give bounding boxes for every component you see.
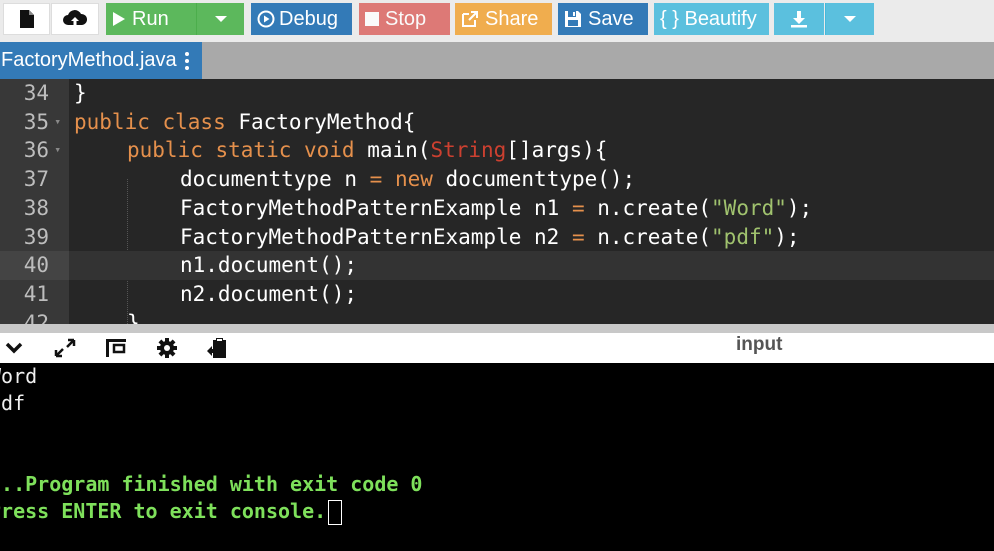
toolbar: Run Debug Stop Share Save { } Beautify bbox=[0, 0, 994, 42]
code-line: 37 documenttype n = new documenttype(); bbox=[0, 165, 994, 194]
io-toolbar: input bbox=[0, 333, 994, 364]
code-line: 35 ▾ public class FactoryMethod{ bbox=[0, 108, 994, 137]
code-text: documenttype n = new documenttype(); bbox=[180, 167, 636, 192]
line-number: 41 bbox=[23, 281, 49, 306]
input-label[interactable]: input bbox=[736, 334, 782, 356]
stop-button[interactable]: Stop bbox=[359, 3, 450, 35]
file-tab-bar: FactoryMethod.java bbox=[0, 42, 994, 79]
caret-down-icon bbox=[844, 15, 856, 23]
tab-menu-icon[interactable] bbox=[184, 51, 189, 70]
caret-down-icon bbox=[214, 15, 227, 23]
new-file-button[interactable] bbox=[3, 3, 50, 35]
code-editor[interactable]: 34 } 35 ▾ public class FactoryMethod{ 36 ▾… bbox=[0, 79, 994, 324]
debug-label: Debug bbox=[279, 7, 338, 30]
code-line-active: 40 n1.document(); bbox=[0, 251, 994, 280]
code-line: 38 FactoryMethodPatternExample n1 = n.cr… bbox=[0, 194, 994, 223]
expand-icon[interactable] bbox=[53, 337, 77, 359]
tab-factorymethod-java[interactable]: FactoryMethod.java bbox=[0, 42, 202, 79]
beautify-button[interactable]: { } Beautify bbox=[654, 3, 769, 35]
code-line: 36 ▾ public static void main(String[]args… bbox=[0, 136, 994, 165]
save-button[interactable]: Save bbox=[558, 3, 648, 35]
debug-button[interactable]: Debug bbox=[251, 3, 352, 35]
fold-icon: ▾ bbox=[54, 114, 61, 128]
cloud-upload-icon bbox=[62, 9, 88, 29]
debug-icon bbox=[257, 10, 275, 28]
console-line: pdf bbox=[0, 391, 26, 415]
beautify-label: { } Beautify bbox=[660, 7, 757, 30]
line-number: 39 bbox=[23, 224, 49, 249]
line-number: 34 bbox=[23, 81, 49, 105]
run-button[interactable]: Run bbox=[106, 3, 196, 35]
gear-icon[interactable] bbox=[155, 337, 179, 359]
download-button[interactable] bbox=[774, 3, 824, 35]
stop-icon bbox=[365, 12, 379, 26]
console-line: Word bbox=[0, 364, 38, 388]
code-text: public static void main(String[]args){ bbox=[127, 138, 608, 163]
chevron-down-icon[interactable] bbox=[2, 337, 26, 359]
floppy-icon bbox=[564, 10, 582, 28]
line-number: 40 bbox=[0, 251, 69, 280]
console-exit-message: ...Program finished with exit code 0 bbox=[0, 472, 423, 496]
line-number: 37 bbox=[23, 167, 49, 192]
code-line: 34 } bbox=[0, 79, 994, 108]
share-button[interactable]: Share bbox=[455, 3, 552, 35]
play-icon bbox=[112, 11, 126, 27]
download-options-button[interactable] bbox=[825, 3, 874, 35]
share-icon bbox=[461, 10, 479, 28]
stop-label: Stop bbox=[385, 7, 427, 30]
line-number: 36 ▾ bbox=[0, 136, 69, 165]
line-number: 38 bbox=[23, 195, 49, 220]
save-label: Save bbox=[588, 7, 634, 30]
share-label: Share bbox=[485, 7, 539, 30]
upload-button[interactable] bbox=[51, 3, 99, 35]
code-text: n1.document(); bbox=[180, 253, 358, 278]
layout-icon[interactable] bbox=[104, 337, 128, 359]
code-text: n2.document(); bbox=[180, 281, 358, 306]
tab-filename: FactoryMethod.java bbox=[1, 49, 177, 71]
panel-splitter[interactable] bbox=[0, 324, 994, 333]
code-text: } bbox=[74, 81, 87, 105]
code-text: public class FactoryMethod{ bbox=[74, 109, 416, 134]
code-line: 41 n2.document(); bbox=[0, 280, 994, 309]
run-options-button[interactable] bbox=[196, 3, 244, 35]
line-number: 35 ▾ bbox=[0, 108, 69, 137]
file-icon bbox=[19, 9, 35, 29]
code-line: 42 } bbox=[0, 309, 994, 324]
clipboard-icon[interactable] bbox=[205, 337, 229, 359]
console-prompt: Press ENTER to exit console. bbox=[0, 498, 343, 525]
download-icon bbox=[790, 10, 808, 28]
run-label: Run bbox=[132, 7, 169, 30]
text-cursor bbox=[328, 500, 343, 525]
code-text: FactoryMethodPatternExample n1 = n.creat… bbox=[180, 195, 813, 220]
code-line: 39 FactoryMethodPatternExample n2 = n.cr… bbox=[0, 223, 994, 252]
output-console[interactable]: Word pdf ...Program finished with exit c… bbox=[0, 363, 994, 551]
code-text: FactoryMethodPatternExample n2 = n.creat… bbox=[180, 224, 800, 249]
code-text: } bbox=[127, 310, 140, 324]
line-number: 42 bbox=[23, 310, 49, 324]
fold-icon: ▾ bbox=[54, 143, 61, 157]
